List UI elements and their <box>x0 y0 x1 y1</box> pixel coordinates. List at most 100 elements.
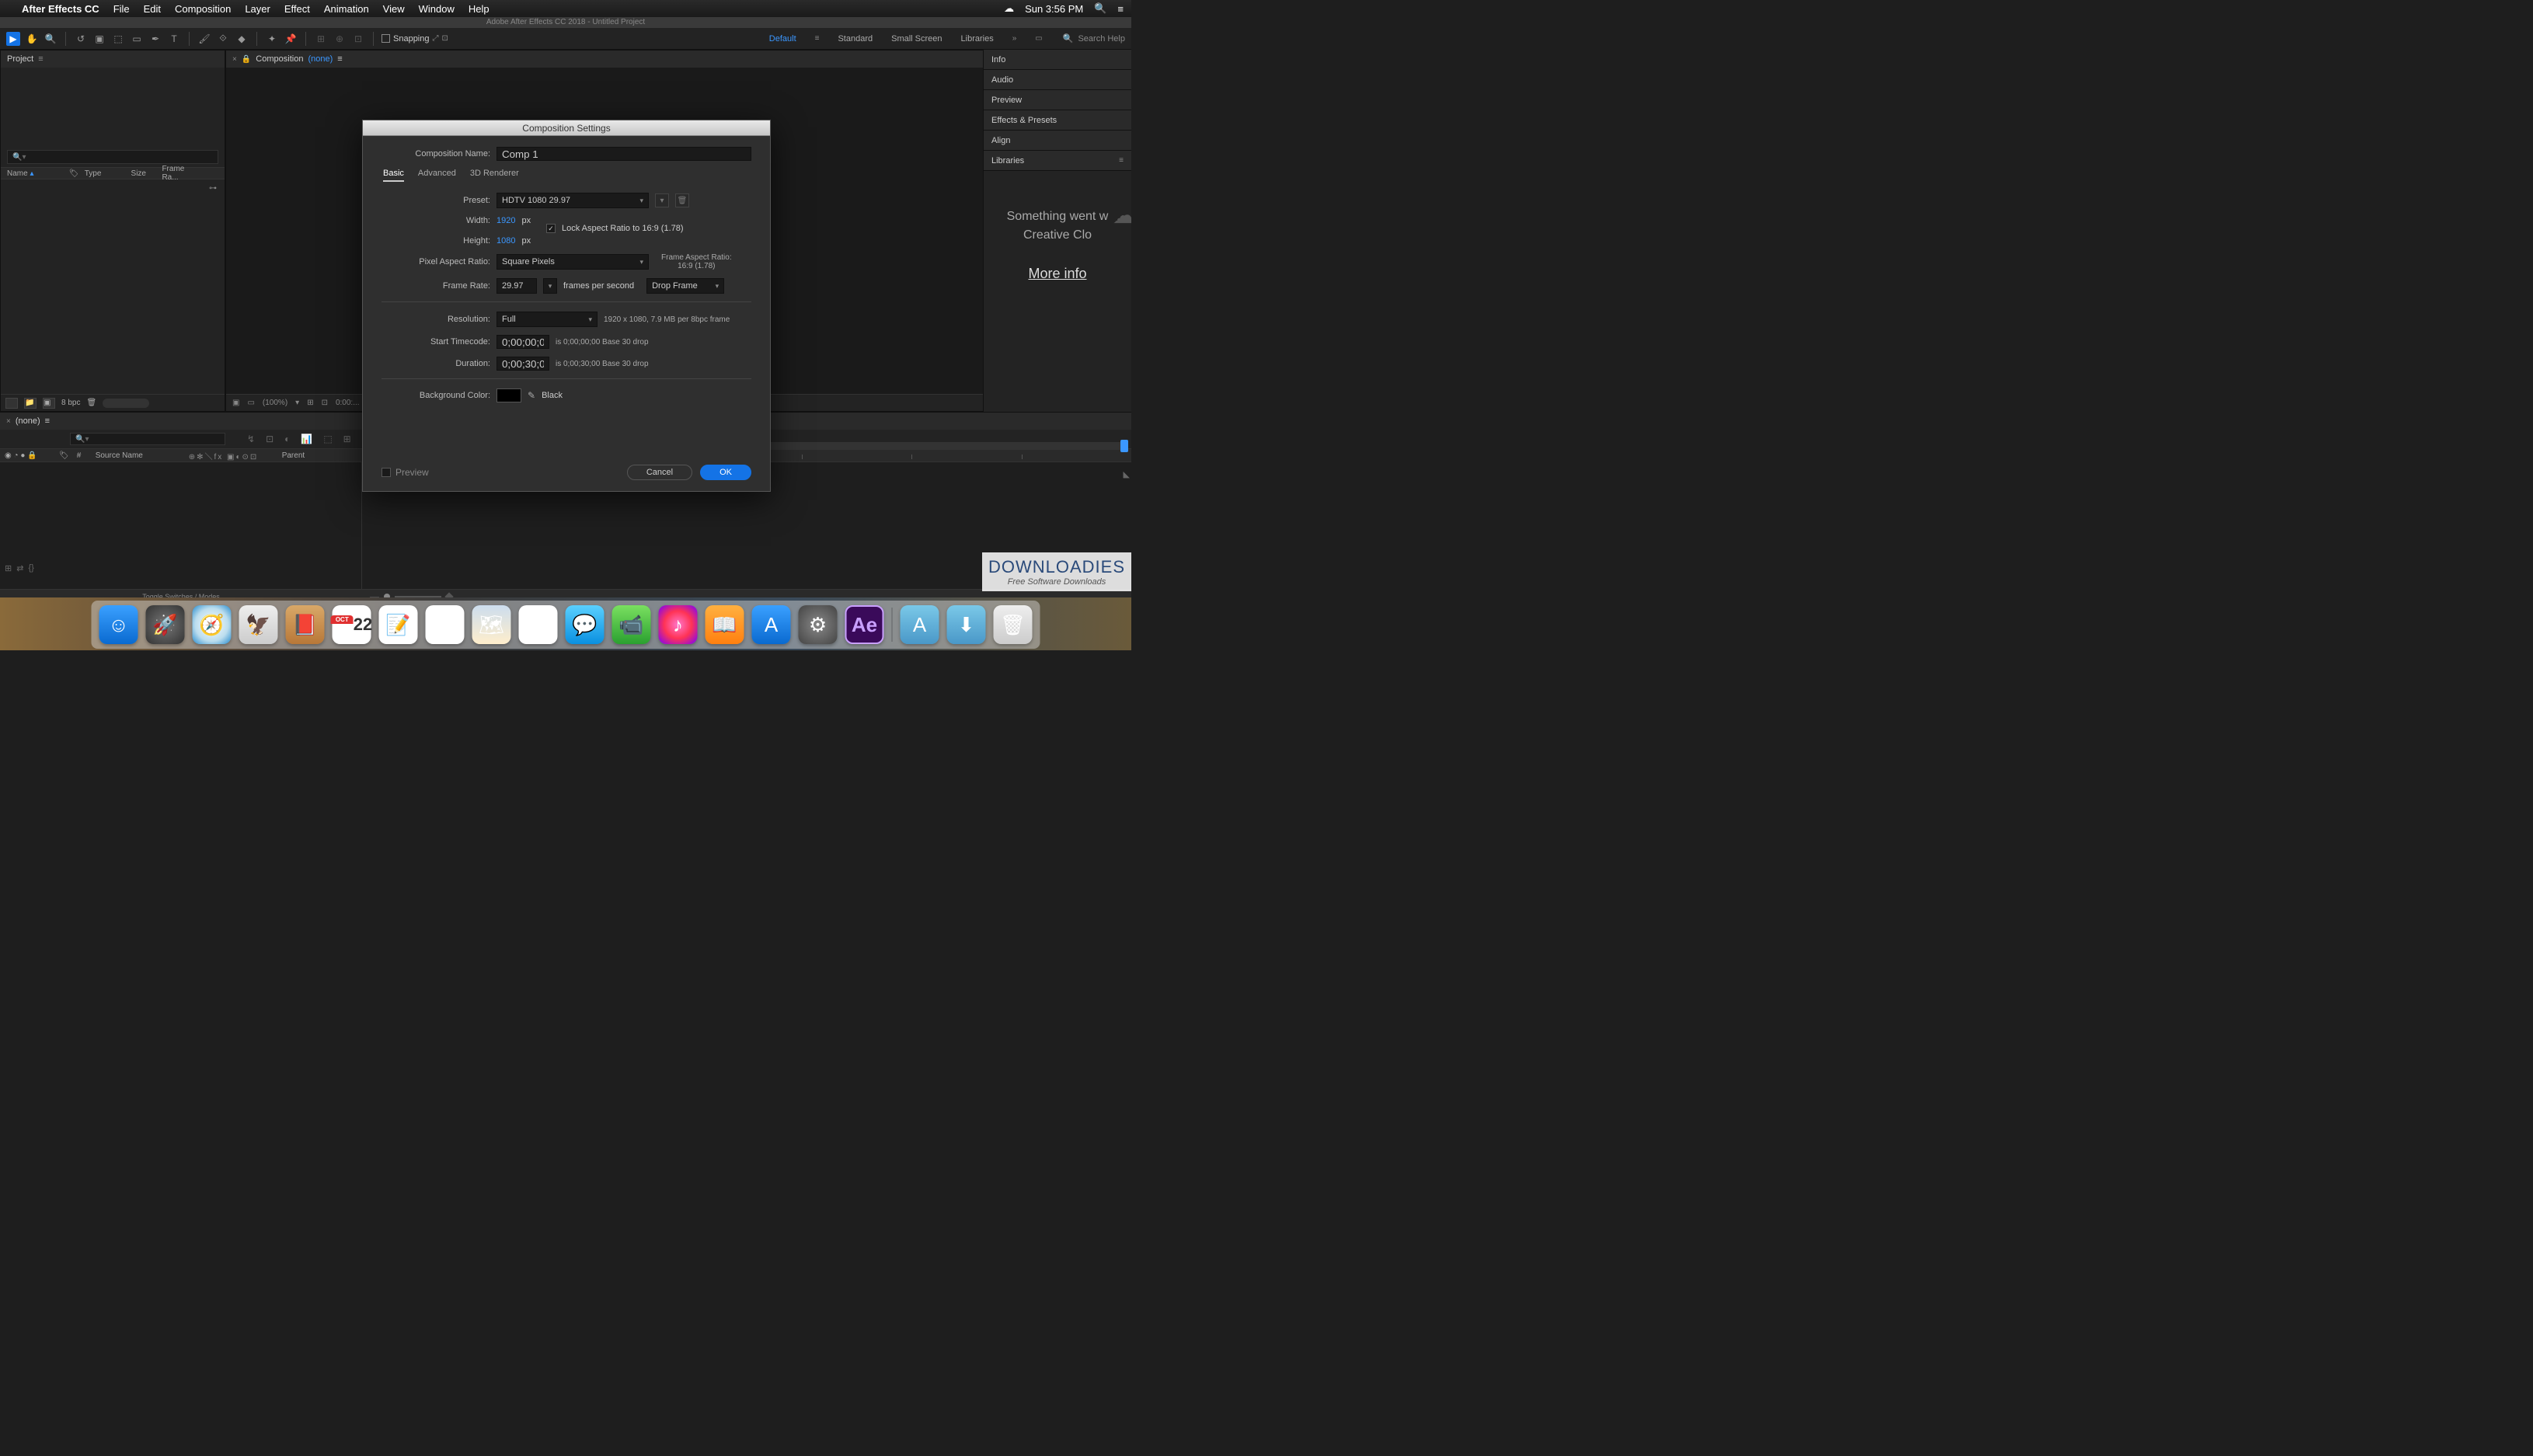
resize-handle-icon[interactable]: ◣ <box>1124 469 1130 479</box>
cc-sync-icon[interactable]: ☁ <box>1004 2 1014 15</box>
preset-select[interactable]: HDTV 1080 29.97▾ <box>496 193 649 208</box>
dock-notes[interactable]: 📝 <box>379 605 418 644</box>
timeline-search-input[interactable]: 🔍▾ <box>70 433 225 445</box>
timeline-layer-area[interactable] <box>0 462 362 589</box>
save-preset-button[interactable]: ▾ <box>655 193 669 207</box>
snap-to-icon[interactable]: ⊡ <box>442 34 448 43</box>
view-axis-icon[interactable]: ⊡ <box>351 32 365 46</box>
col-name[interactable]: Name ▴ <box>7 169 69 178</box>
panel-audio[interactable]: Audio <box>984 70 1131 90</box>
libraries-menu-icon[interactable]: ≡ <box>1119 156 1124 165</box>
timeline-close-icon[interactable]: × <box>6 417 11 426</box>
notification-center-icon[interactable]: ≡ <box>1117 3 1124 15</box>
preview-toggle[interactable]: Preview <box>382 467 429 478</box>
project-panel-menu-icon[interactable]: ≡ <box>38 54 43 64</box>
project-bpc[interactable]: 8 bpc <box>61 399 80 407</box>
pen-tool[interactable]: ✒ <box>148 32 162 46</box>
col-type[interactable]: Type <box>85 169 131 178</box>
dock-appstore[interactable]: A <box>752 605 791 644</box>
workspace-small-screen[interactable]: Small Screen <box>891 34 942 44</box>
col-tag-icon[interactable]: 🏷 <box>59 451 69 460</box>
zoom-dropdown-icon[interactable]: ▾ <box>295 399 299 407</box>
workspace-panel-icon[interactable]: ▭ <box>1035 34 1042 43</box>
dock-aftereffects[interactable]: Ae <box>845 605 884 644</box>
panel-libraries[interactable]: Libraries ≡ <box>984 151 1131 171</box>
panel-align[interactable]: Align <box>984 131 1131 151</box>
menu-layer[interactable]: Layer <box>245 3 270 15</box>
grid-icon[interactable]: ⊡ <box>322 399 328 407</box>
dock-preferences[interactable]: ⚙ <box>799 605 838 644</box>
eraser-tool[interactable]: ◆ <box>235 32 249 46</box>
roto-tool[interactable]: ✦ <box>265 32 279 46</box>
libraries-more-info-link[interactable]: More info <box>988 266 1127 282</box>
panel-preview[interactable]: Preview <box>984 90 1131 110</box>
col-index[interactable]: # <box>77 451 88 460</box>
menu-animation[interactable]: Animation <box>324 3 369 15</box>
tab-3d-renderer[interactable]: 3D Renderer <box>470 169 519 182</box>
lock-icon[interactable]: 🔒 <box>242 55 251 64</box>
project-search-input[interactable]: 🔍▾ <box>7 150 218 164</box>
shy-icon[interactable]: ↯ <box>247 434 255 444</box>
rect-tool[interactable]: ▭ <box>130 32 144 46</box>
workspace-libraries[interactable]: Libraries <box>961 34 994 44</box>
framerate-dropdown[interactable]: ▾ <box>543 278 557 294</box>
duration-input[interactable] <box>496 357 549 371</box>
menu-composition[interactable]: Composition <box>175 3 231 15</box>
snapping-checkbox[interactable] <box>382 34 390 43</box>
dock-messages[interactable]: 💬 <box>566 605 605 644</box>
snapping-toggle[interactable]: Snapping ⤢ ⊡ <box>382 34 448 44</box>
draft3d-icon[interactable]: ⬚ <box>323 434 332 444</box>
alpha-icon[interactable]: ▣ <box>232 399 239 407</box>
dock-trash[interactable]: 🗑 <box>994 605 1033 644</box>
delete-preset-button[interactable]: 🗑 <box>675 193 689 207</box>
hand-tool[interactable]: ✋ <box>25 32 39 46</box>
graph-icon[interactable]: 📊 <box>301 434 312 444</box>
res-icon[interactable]: ⊞ <box>307 399 313 407</box>
resolution-select[interactable]: Full▾ <box>496 312 598 327</box>
comp-name-input[interactable] <box>496 147 751 161</box>
expand-icon[interactable]: ⊞ <box>5 563 12 573</box>
project-panel-header[interactable]: Project ≡ <box>1 51 225 68</box>
col-size[interactable]: Size <box>131 169 162 178</box>
world-axis-icon[interactable]: ⊕ <box>333 32 347 46</box>
dock-mail[interactable]: 🦅 <box>239 605 278 644</box>
cancel-button[interactable]: Cancel <box>627 465 692 480</box>
eyedropper-icon[interactable]: ✎ <box>528 390 535 401</box>
dock-calendar[interactable]: OCT22 <box>333 605 371 644</box>
camera-tool[interactable]: ▣ <box>92 32 106 46</box>
dock-reminders[interactable]: ☑ <box>426 605 465 644</box>
dock-facetime[interactable]: 📹 <box>612 605 651 644</box>
menu-window[interactable]: Window <box>419 3 455 15</box>
dropframe-select[interactable]: Drop Frame▾ <box>646 278 724 294</box>
dock-contacts[interactable]: 📕 <box>286 605 325 644</box>
dock-downloads-folder[interactable]: ⬇ <box>947 605 986 644</box>
col-parent[interactable]: Parent <box>282 451 305 460</box>
toggle-icon[interactable]: ⇄ <box>16 563 23 573</box>
comp-time[interactable]: 0:00:... <box>336 399 360 407</box>
timeline-navigator-handle[interactable] <box>1120 440 1128 452</box>
app-menu[interactable]: After Effects CC <box>22 3 99 15</box>
delete-button[interactable]: 🗑 <box>86 399 96 407</box>
motionblur-icon[interactable]: ◐ <box>284 434 290 444</box>
brush-tool[interactable]: 🖌 <box>197 32 211 46</box>
frameblend-icon[interactable]: ⊡ <box>266 434 274 444</box>
project-items-list[interactable]: ⊶ <box>1 179 225 394</box>
preview-checkbox[interactable] <box>382 468 391 477</box>
new-folder-button[interactable]: 📁 <box>24 398 37 409</box>
channel-icon[interactable]: ▭ <box>247 399 254 407</box>
menu-view[interactable]: View <box>383 3 405 15</box>
brainstorm-icon[interactable]: ⊞ <box>343 434 351 444</box>
bgcolor-swatch[interactable] <box>496 388 521 402</box>
flowchart-icon[interactable]: ⊶ <box>209 184 217 193</box>
zoom-level[interactable]: (100%) <box>263 399 287 407</box>
search-help[interactable]: 🔍 Search Help <box>1063 33 1125 44</box>
comp-panel-menu-icon[interactable]: ≡ <box>337 54 342 64</box>
comp-panel-header[interactable]: × 🔒 Composition (none) ≡ <box>226 51 983 68</box>
new-comp-button[interactable]: ▣ <box>43 398 55 409</box>
local-axis-icon[interactable]: ⊞ <box>314 32 328 46</box>
col-source-name[interactable]: Source Name <box>96 451 181 460</box>
workspace-default[interactable]: Default <box>769 34 796 44</box>
start-timecode-input[interactable] <box>496 335 549 349</box>
brace-icon[interactable]: {} <box>28 563 33 573</box>
dock-safari[interactable]: 🧭 <box>193 605 232 644</box>
